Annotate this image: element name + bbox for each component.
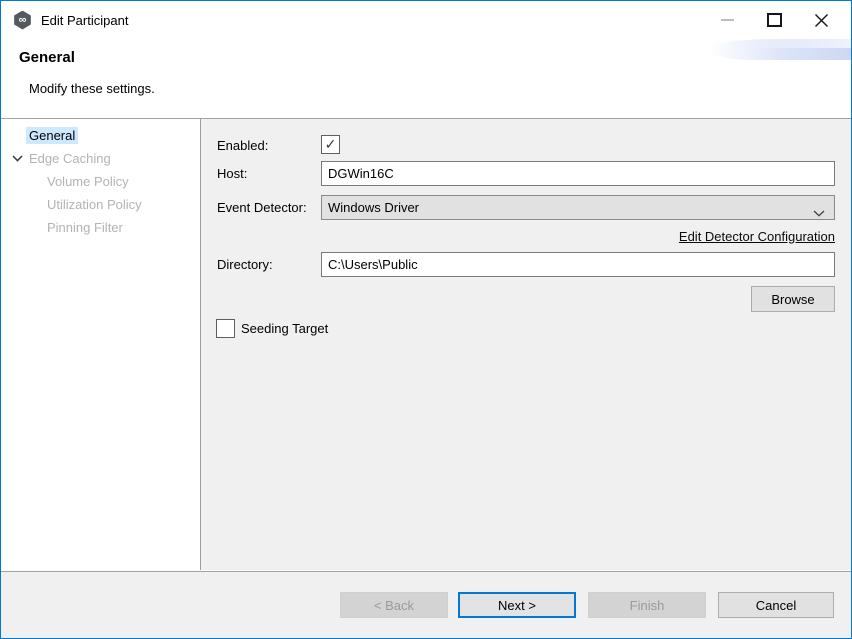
- close-icon: [814, 13, 829, 28]
- wizard-header: General Modify these settings.: [1, 39, 851, 119]
- seeding-target-label: Seeding Target: [241, 321, 328, 336]
- page-title: General: [19, 49, 75, 66]
- enabled-checkbox[interactable]: ✓: [321, 135, 340, 154]
- seeding-target-checkbox[interactable]: [216, 319, 235, 338]
- browse-button[interactable]: Browse: [751, 286, 835, 312]
- navigation-tree: General Edge Caching Volume Policy Utili…: [1, 119, 201, 570]
- maximize-button[interactable]: [751, 1, 798, 39]
- chevron-down-icon[interactable]: [8, 155, 26, 162]
- wizard-button-bar: < Back Next > Finish Cancel: [1, 571, 851, 638]
- minimize-icon: [721, 19, 734, 21]
- enabled-label: Enabled:: [217, 138, 268, 153]
- tree-item-label: Utilization Policy: [44, 196, 145, 213]
- banner-swoosh-highlight: [708, 39, 851, 48]
- tree-item-label: Pinning Filter: [44, 219, 126, 236]
- edit-participant-dialog: ∞ Edit Participant General Modify these …: [0, 0, 852, 639]
- directory-label: Directory:: [217, 257, 273, 272]
- checkmark-icon: ✓: [325, 137, 337, 152]
- maximize-icon: [767, 13, 782, 27]
- back-button[interactable]: < Back: [340, 592, 448, 618]
- directory-input[interactable]: [321, 252, 835, 277]
- hexagon-infinity-icon: ∞: [19, 15, 27, 26]
- tree-item-label: Volume Policy: [44, 173, 132, 190]
- tree-item-general[interactable]: General: [1, 124, 200, 147]
- tree-item-pinning-filter[interactable]: Pinning Filter: [1, 216, 200, 239]
- general-settings-form: Enabled: ✓ Host: Event Detector: Windows…: [201, 119, 851, 570]
- event-detector-value: Windows Driver: [328, 200, 419, 215]
- tree-item-edge-caching[interactable]: Edge Caching: [1, 147, 200, 170]
- caption-buttons: [704, 1, 845, 39]
- finish-button[interactable]: Finish: [588, 592, 706, 618]
- app-icon: ∞: [13, 11, 32, 30]
- minimize-button[interactable]: [704, 1, 751, 39]
- close-button[interactable]: [798, 1, 845, 39]
- dialog-content: General Edge Caching Volume Policy Utili…: [1, 119, 851, 570]
- event-detector-dropdown[interactable]: Windows Driver: [321, 195, 835, 220]
- tree-item-label: Edge Caching: [26, 150, 114, 167]
- window-title: Edit Participant: [41, 13, 128, 28]
- next-button[interactable]: Next >: [458, 592, 576, 618]
- tree-item-volume-policy[interactable]: Volume Policy: [1, 170, 200, 193]
- cancel-button[interactable]: Cancel: [718, 592, 834, 618]
- edit-detector-configuration-link[interactable]: Edit Detector Configuration: [679, 229, 835, 244]
- tree-item-utilization-policy[interactable]: Utilization Policy: [1, 193, 200, 216]
- page-subtitle: Modify these settings.: [29, 81, 155, 96]
- host-label: Host:: [217, 166, 247, 181]
- event-detector-label: Event Detector:: [217, 200, 307, 215]
- host-input[interactable]: [321, 161, 835, 186]
- chevron-down-icon: [813, 205, 825, 220]
- tree-item-label: General: [26, 127, 78, 144]
- title-bar: ∞ Edit Participant: [1, 1, 851, 39]
